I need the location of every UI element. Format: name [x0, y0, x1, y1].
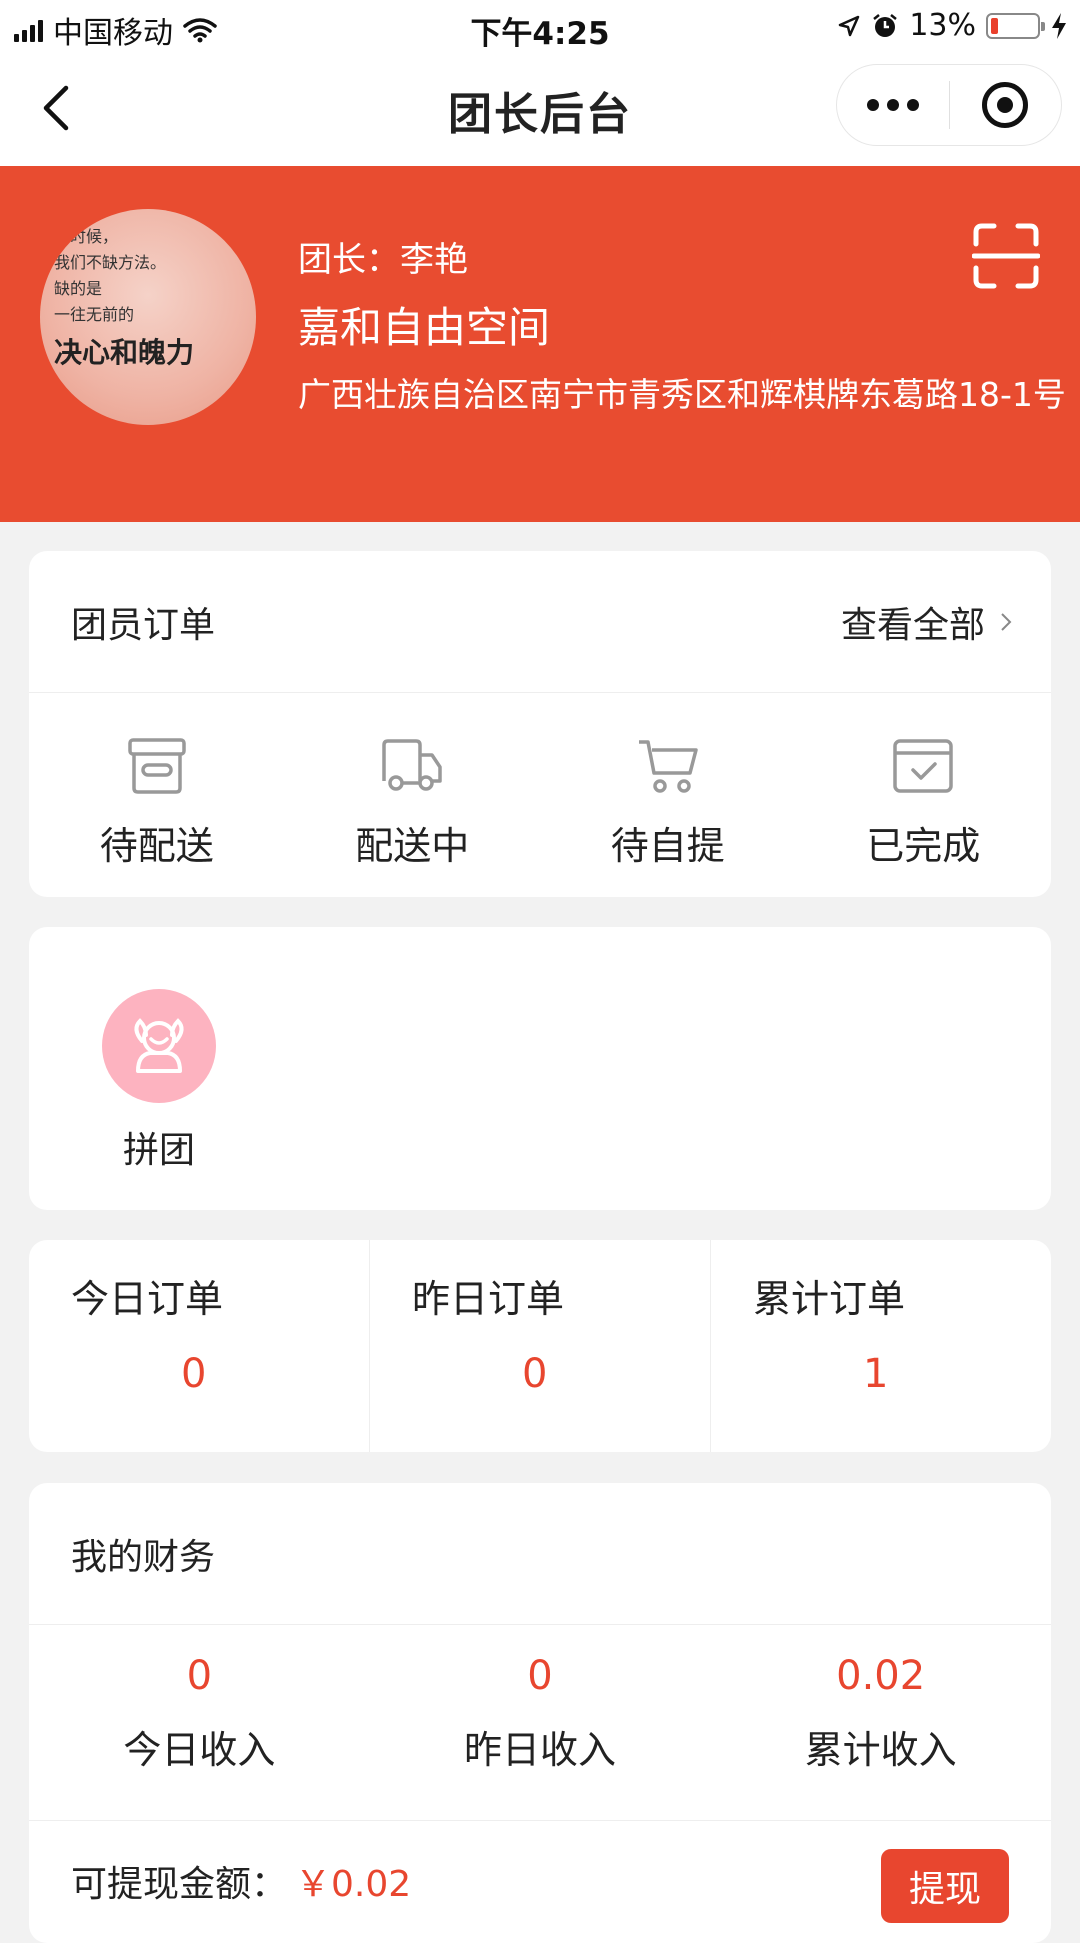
scan-icon[interactable]: [972, 222, 1040, 290]
avatar-text-line: 决心和魄力: [54, 336, 195, 369]
archive-box-icon: [128, 738, 186, 794]
withdrawable-amount: 可提现金额： ￥0.02: [71, 1855, 411, 1907]
cart-icon: [638, 740, 698, 793]
avatar-text-line: 我们不缺方法。: [54, 253, 167, 272]
store-name: 嘉和自由空间: [298, 303, 551, 352]
order-status-awaiting-pickup[interactable]: 待自提: [540, 693, 796, 897]
stat-yesterday-orders: 昨日订单 0: [370, 1240, 711, 1452]
view-all-label: 查看全部: [840, 604, 985, 646]
income-label: 今日收入: [123, 1728, 276, 1772]
status-bar: 中国移动 下午4:25 13%: [0, 0, 1080, 54]
stat-label: 累计订单: [753, 1277, 906, 1321]
battery-percent: 13%: [909, 8, 976, 43]
stat-today-orders: 今日订单 0: [29, 1240, 370, 1452]
order-status-row: 待配送 配送中 待自提 已完成: [29, 693, 1051, 897]
leader-header: 多时候， 我们不缺方法。 缺的是 一往无前的 决心和魄力 团长：李艳 嘉和自由空…: [0, 166, 1080, 522]
income-today: 0 今日收入: [29, 1625, 370, 1820]
member-orders-card: 团员订单 查看全部 待配送 配送中 待自提 已完成: [29, 551, 1051, 897]
orders-title: 团员订单: [71, 604, 216, 646]
income-value: 0: [527, 1653, 553, 1699]
view-all-link[interactable]: 查看全部: [841, 596, 1013, 648]
income-label: 累计收入: [804, 1728, 957, 1772]
stat-total-orders: 累计订单 1: [711, 1240, 1051, 1452]
withdraw-row: 可提现金额： ￥0.02 提现: [29, 1821, 1051, 1931]
finance-card: 我的财务 0 今日收入 0 昨日收入 0.02 累计收入 可提现金额： ￥0.02…: [29, 1483, 1051, 1943]
withdrawable-value: ￥0.02: [295, 1864, 412, 1905]
truck-icon: [382, 739, 442, 791]
leader-name: 团长：李艳: [298, 240, 468, 280]
order-status-completed[interactable]: 已完成: [796, 693, 1052, 897]
order-status-pending-delivery[interactable]: 待配送: [29, 693, 285, 897]
chevron-right-icon: [1001, 612, 1012, 631]
charging-icon: [1052, 12, 1066, 39]
income-total: 0.02 累计收入: [710, 1625, 1051, 1820]
order-status-label: 待配送: [99, 824, 214, 868]
tools-card: 拼团: [29, 927, 1051, 1210]
store-address: 广西壮族自治区南宁市青秀区和辉棋牌东葛路18-1号: [298, 375, 1066, 414]
stat-label: 今日订单: [71, 1277, 224, 1321]
avatar: 多时候， 我们不缺方法。 缺的是 一往无前的 决心和魄力: [40, 209, 256, 425]
income-label: 昨日收入: [464, 1728, 617, 1772]
finance-title: 我的财务: [71, 1536, 216, 1578]
income-row: 0 今日收入 0 昨日收入 0.02 累计收入: [29, 1625, 1051, 1821]
income-value: 0.02: [836, 1653, 926, 1699]
order-status-label: 配送中: [355, 824, 470, 868]
more-icon[interactable]: [837, 99, 949, 111]
group-buy-button[interactable]: 拼团: [99, 989, 219, 1173]
order-stats-card: 今日订单 0 昨日订单 0 累计订单 1: [29, 1240, 1051, 1452]
orders-header: 团员订单 查看全部: [29, 551, 1051, 693]
withdraw-button[interactable]: 提现: [881, 1849, 1009, 1923]
income-value: 0: [186, 1653, 213, 1699]
mini-program-capsule: [836, 64, 1062, 146]
check-box-icon: [893, 739, 953, 793]
location-arrow-icon: [839, 15, 860, 36]
avatar-text-line: 缺的是: [54, 279, 103, 298]
group-buy-icon: [102, 989, 216, 1103]
stat-label: 昨日订单: [412, 1277, 565, 1321]
group-buy-label: 拼团: [122, 1130, 195, 1171]
alarm-icon: [873, 13, 898, 37]
stat-value: 0: [522, 1351, 548, 1397]
battery-icon: [986, 12, 1045, 39]
order-status-delivering[interactable]: 配送中: [285, 693, 541, 897]
hugging-person-icon: [134, 1018, 184, 1073]
stat-value: 0: [181, 1351, 207, 1397]
order-status-label: 已完成: [866, 824, 981, 868]
avatar-text-line: 多时候，: [54, 227, 119, 246]
order-status-label: 待自提: [610, 824, 725, 868]
stat-value: 1: [863, 1351, 889, 1397]
status-right: 13%: [837, 8, 1068, 43]
close-mini-program-icon[interactable]: [950, 82, 1062, 128]
nav-bar: 团长后台: [0, 54, 1080, 166]
income-yesterday: 0 昨日收入: [370, 1625, 711, 1820]
withdrawable-label: 可提现金额：: [71, 1864, 288, 1905]
finance-header: 我的财务: [29, 1483, 1051, 1625]
avatar-text-line: 一往无前的: [54, 305, 135, 324]
